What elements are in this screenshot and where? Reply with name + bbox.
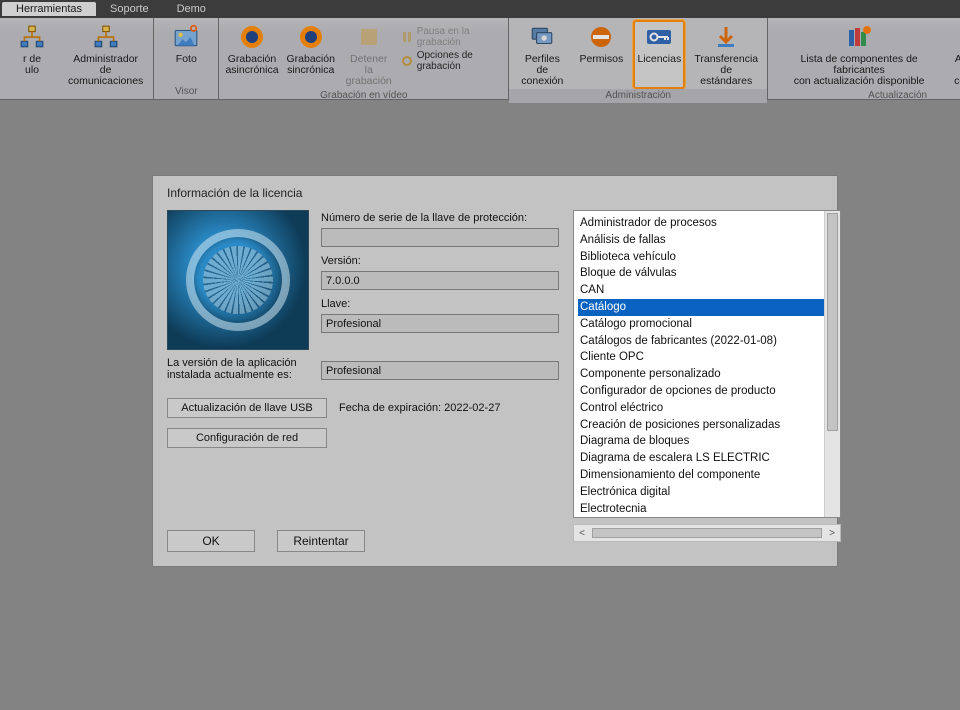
version-label: Versión: [321, 255, 559, 267]
serial-label: Número de serie de la llave de protecció… [321, 212, 559, 224]
manufacturer-list-label: Lista de componentes de fabricantes con … [778, 54, 940, 87]
list-item[interactable]: Biblioteca vehículo [580, 249, 834, 266]
profiles-label: Perfiles de conexión [519, 54, 565, 87]
list-item[interactable]: Bloque de válvulas [580, 265, 834, 282]
ribbon-footer-admin: Administración [509, 89, 767, 103]
expiration-label: Fecha de expiración: 2022-02-27 [339, 402, 500, 414]
ribbon-footer-video: Grabación en vídeo [219, 89, 508, 103]
key-icon [645, 22, 673, 52]
list-item[interactable]: Diagrama de escalera LS ELECTRIC [580, 450, 834, 467]
record-icon [298, 22, 324, 52]
permisos-button[interactable]: Permisos [575, 20, 627, 89]
component-update-label: Actualización de componentes [954, 54, 960, 87]
usb-update-button[interactable]: Actualización de llave USB [167, 398, 327, 418]
list-item[interactable]: Componente personalizado [580, 366, 834, 383]
licencias-button[interactable]: Licencias [633, 20, 685, 89]
menu-herramientas[interactable]: Herramientas [2, 2, 96, 16]
record-icon [239, 22, 265, 52]
sync-record-label: Grabación sincrónica [286, 54, 334, 76]
stop-record-label: Detener la grabación [346, 54, 392, 87]
safe-dial-image [167, 210, 309, 350]
retry-button[interactable]: Reintentar [277, 530, 365, 552]
ok-button[interactable]: OK [167, 530, 255, 552]
gear-icon [401, 55, 413, 67]
ribbon-footer-visor: Visor [154, 85, 218, 99]
comm-admin-label: Administrador de comunicaciones [68, 54, 143, 87]
pause-record-label: Pausa en la grabación [417, 26, 503, 48]
menu-soporte[interactable]: Soporte [96, 2, 163, 16]
profiles-icon [529, 22, 555, 52]
component-update-button[interactable]: Actualización de componentes [950, 20, 960, 89]
hscroll-thumb[interactable] [592, 528, 822, 538]
pause-icon [401, 31, 413, 43]
manufacturer-list-button[interactable]: Lista de componentes de fabricantes con … [774, 20, 944, 89]
installed-label: La versión de la aplicación instalada ac… [167, 357, 311, 386]
licencias-label: Licencias [637, 54, 681, 65]
transfer-button[interactable]: Transferencia de estándares [691, 20, 761, 89]
list-item[interactable]: Administrador de procesos [580, 215, 834, 232]
ribbon-group-update: Lista de componentes de fabricantes con … [768, 18, 960, 99]
permisos-label: Permisos [579, 54, 623, 65]
list-item[interactable]: Catálogo promocional [580, 316, 834, 333]
features-listbox[interactable]: Administrador de procesosAnálisis de fal… [573, 210, 841, 518]
list-item[interactable]: Catálogos de fabricantes (2022-01-08) [580, 333, 834, 350]
hierarchy-icon [19, 22, 45, 52]
installed-input[interactable] [321, 361, 559, 380]
features-list: Administrador de procesosAnálisis de fal… [574, 211, 840, 518]
dialog-title: Información de la licencia [167, 186, 823, 200]
async-record-button[interactable]: Grabación asincrónica [225, 20, 278, 89]
serial-input[interactable] [321, 228, 559, 247]
ribbon-footer-0 [0, 96, 153, 99]
scroll-left-icon[interactable]: < [574, 528, 590, 539]
version-input[interactable] [321, 271, 559, 290]
stop-icon [356, 22, 382, 52]
ribbon: r de ulo Administrador de comunicaciones… [0, 18, 960, 100]
module-admin-button[interactable]: r de ulo [6, 20, 58, 96]
sync-record-button[interactable]: Grabación sincrónica [285, 20, 337, 89]
stop-record-button: Detener la grabación [343, 20, 395, 89]
photo-icon [173, 22, 199, 52]
list-item[interactable]: Creación de posiciones personalizadas [580, 417, 834, 434]
list-item[interactable]: Electrónica digital [580, 484, 834, 501]
key-label: Llave: [321, 298, 559, 310]
foto-label: Foto [176, 54, 197, 65]
module-admin-label: r de ulo [23, 54, 41, 76]
ribbon-group-admin: Perfiles de conexión Permisos Licencias … [509, 18, 768, 99]
vertical-scrollbar[interactable] [824, 211, 840, 517]
list-item[interactable]: CAN [580, 282, 834, 299]
pause-record-option: Pausa en la grabación [401, 26, 503, 48]
transfer-down-icon [713, 22, 739, 52]
record-options-label: Opciones de grabación [417, 50, 503, 72]
books-icon [845, 22, 873, 52]
list-item[interactable]: Cliente OPC [580, 349, 834, 366]
no-entry-icon [588, 22, 614, 52]
list-item[interactable]: Configurador de opciones de producto [580, 383, 834, 400]
license-dialog: Información de la licencia Número de ser… [152, 175, 838, 567]
ribbon-group-visor: Foto Visor [154, 18, 219, 99]
list-item[interactable]: Diagrama de bloques [580, 433, 834, 450]
list-item[interactable]: Análisis de fallas [580, 232, 834, 249]
foto-button[interactable]: Foto [160, 20, 212, 85]
record-options[interactable]: Opciones de grabación [401, 50, 503, 72]
hierarchy-icon [93, 22, 119, 52]
comm-admin-button[interactable]: Administrador de comunicaciones [64, 20, 147, 96]
key-input[interactable] [321, 314, 559, 333]
scroll-thumb[interactable] [827, 213, 838, 431]
horizontal-scrollbar[interactable]: < > [573, 524, 841, 542]
list-item[interactable]: Control eléctrico [580, 400, 834, 417]
scroll-right-icon[interactable]: > [824, 528, 840, 539]
ribbon-footer-update: Actualización [768, 89, 960, 103]
menubar: Herramientas Soporte Demo [0, 0, 960, 18]
ribbon-group-video: Grabación asincrónica Grabación sincróni… [219, 18, 509, 99]
profiles-button[interactable]: Perfiles de conexión [515, 20, 569, 89]
list-item[interactable]: Electrotecnia [580, 501, 834, 518]
transfer-label: Transferencia de estándares [694, 54, 758, 87]
menu-demo[interactable]: Demo [163, 2, 220, 16]
ribbon-group-module: r de ulo Administrador de comunicaciones [0, 18, 154, 99]
list-item[interactable]: Catálogo [578, 299, 834, 316]
list-item[interactable]: Dimensionamiento del componente [580, 467, 834, 484]
async-record-label: Grabación asincrónica [225, 54, 278, 76]
network-config-button[interactable]: Configuración de red [167, 428, 327, 448]
